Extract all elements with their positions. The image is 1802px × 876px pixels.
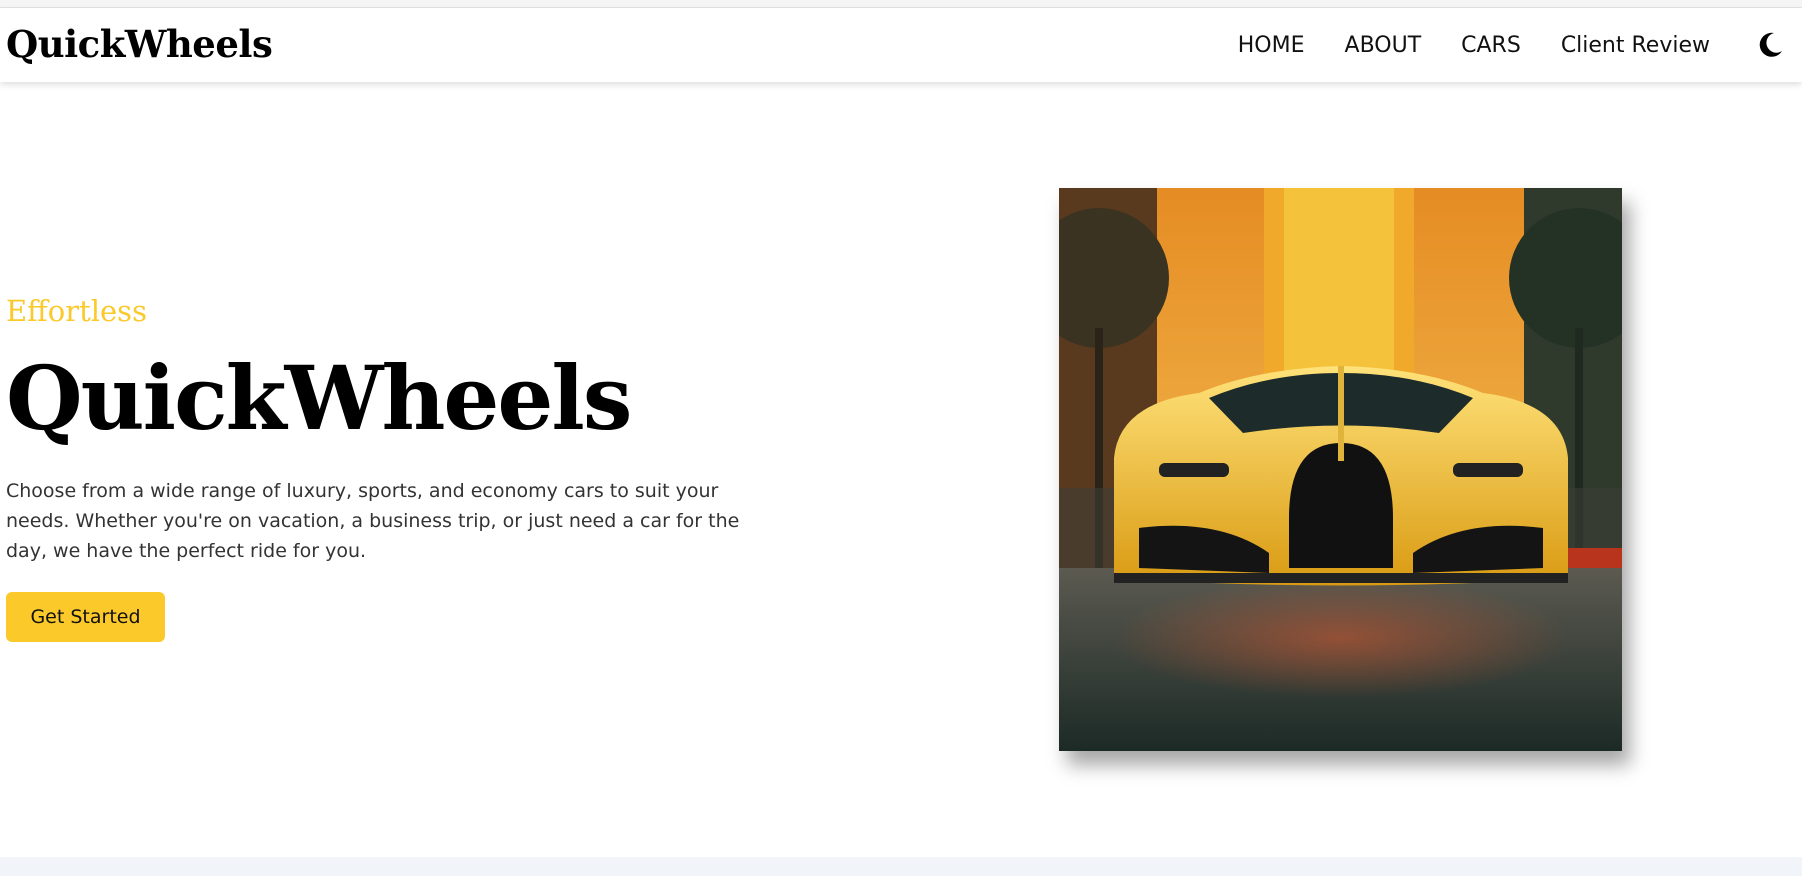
hero-description: Choose from a wide range of luxury, spor… bbox=[6, 480, 740, 562]
nav-links: HOME ABOUT CARS Client Review bbox=[1238, 8, 1802, 82]
get-started-button[interactable]: Get Started bbox=[6, 592, 165, 642]
browser-top-strip bbox=[0, 0, 1802, 8]
navbar: QuickWheels HOME ABOUT CARS Client Revie… bbox=[0, 8, 1802, 82]
nav-link-about[interactable]: ABOUT bbox=[1345, 33, 1422, 58]
nav-link-client-review[interactable]: Client Review bbox=[1561, 33, 1710, 58]
hero-car-image bbox=[1059, 188, 1622, 751]
hero-tagline: Effortless bbox=[6, 294, 147, 328]
nav-link-cars[interactable]: CARS bbox=[1461, 33, 1521, 58]
moon-icon[interactable] bbox=[1750, 25, 1790, 65]
next-section-band bbox=[0, 857, 1802, 876]
nav-link-home[interactable]: HOME bbox=[1238, 33, 1305, 58]
hero-section: Effortless QuickWheels Choose from a wid… bbox=[0, 82, 1802, 857]
hero-title: QuickWheels bbox=[6, 346, 632, 450]
brand-logo[interactable]: QuickWheels bbox=[6, 22, 273, 66]
